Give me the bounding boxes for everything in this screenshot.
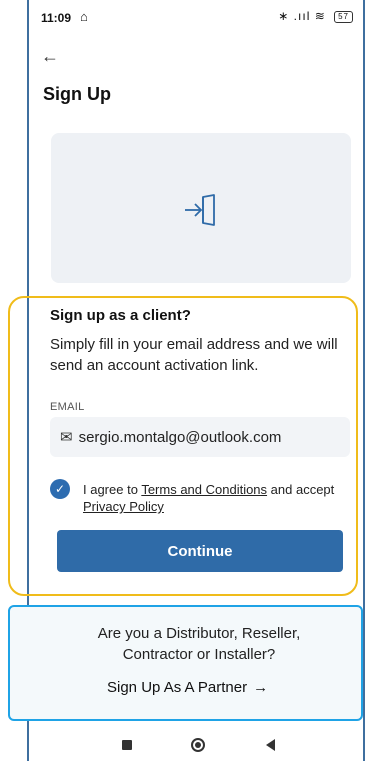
partner-link-label[interactable]: Sign Up As A Partner xyxy=(107,679,247,696)
sign-in-door-icon xyxy=(185,194,215,226)
partner-signup-link[interactable]: Sign Up As A Partner → xyxy=(107,679,268,696)
illustration-panel xyxy=(51,133,351,283)
privacy-link[interactable]: Privacy Policy xyxy=(83,499,164,514)
status-time: 11:09 xyxy=(41,11,72,25)
home-button-icon[interactable] xyxy=(191,738,205,752)
battery-icon: 57 xyxy=(334,11,353,23)
client-signup-title: Sign up as a client? xyxy=(50,307,191,324)
agree-checkbox[interactable]: ✓ xyxy=(50,479,70,499)
frame-right-border xyxy=(363,0,365,761)
signal-wifi-icons: ∗ .ııl ≋ xyxy=(278,9,326,23)
back-arrow-icon[interactable]: ← xyxy=(41,46,59,67)
arrow-right-icon: → xyxy=(253,679,269,696)
email-label: EMAIL xyxy=(50,401,85,413)
client-signup-description: Simply fill in your email address and we… xyxy=(50,336,338,374)
email-value[interactable]: sergio.montalgo@outlook.com xyxy=(79,429,282,446)
mail-icon: ✉ xyxy=(60,429,73,446)
home-icon: ⌂ xyxy=(80,9,88,24)
email-field[interactable]: ✉ sergio.montalgo@outlook.com xyxy=(50,417,350,457)
recents-icon[interactable] xyxy=(122,740,132,750)
page-title: Sign Up xyxy=(43,84,111,104)
system-nav-bar xyxy=(29,730,363,761)
status-indicators: ∗ .ııl ≋ 57 xyxy=(278,9,353,23)
agree-middle: and accept xyxy=(267,482,335,497)
status-bar: 11:09 ⌂ ∗ .ııl ≋ 57 xyxy=(29,0,363,36)
phone-screen: 11:09 ⌂ ∗ .ııl ≋ 57 ← Sign Up Sign up as… xyxy=(8,0,363,761)
agree-text: I agree to Terms and Conditions and acce… xyxy=(83,481,353,515)
continue-button[interactable]: Continue xyxy=(57,530,343,572)
agree-prefix: I agree to xyxy=(83,482,142,497)
terms-link[interactable]: Terms and Conditions xyxy=(141,482,267,497)
partner-question: Are you a Distributor, Reseller, Contrac… xyxy=(97,625,301,663)
nav-back-icon[interactable] xyxy=(266,739,275,751)
